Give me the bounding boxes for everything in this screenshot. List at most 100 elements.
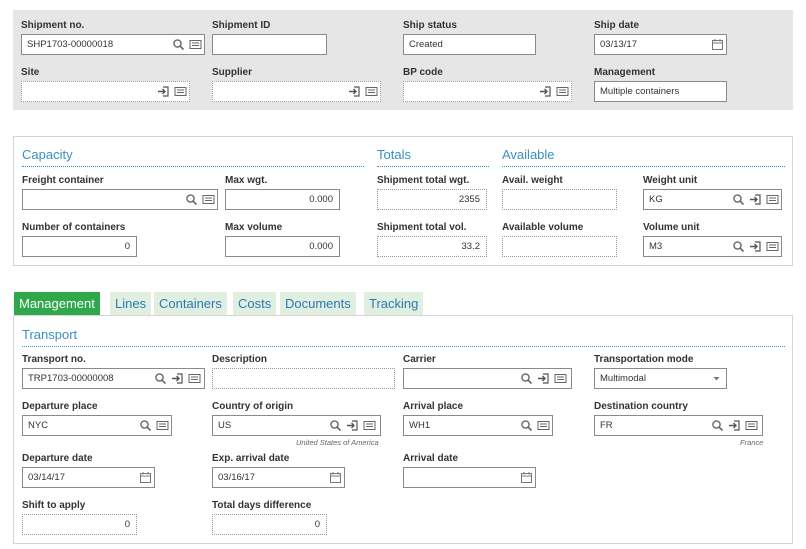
departure-place-field[interactable]: NYC [22, 415, 172, 436]
chevron-down-icon[interactable] [710, 372, 723, 385]
goto-icon[interactable] [157, 85, 170, 98]
shipment-id-label: Shipment ID [212, 20, 271, 31]
search-icon[interactable] [172, 38, 185, 51]
total-vol-field: 33.2 [377, 236, 487, 257]
goto-icon[interactable] [171, 372, 184, 385]
goto-icon[interactable] [348, 85, 361, 98]
calendar-icon[interactable] [329, 471, 342, 484]
country-origin-label: Country of origin [212, 401, 294, 412]
total-vol-label: Shipment total vol. [377, 222, 467, 233]
shipment-id-field[interactable] [212, 34, 327, 55]
details-icon[interactable] [745, 419, 758, 432]
details-icon[interactable] [537, 419, 550, 432]
weight-unit-field[interactable]: KG [643, 189, 782, 210]
details-icon[interactable] [365, 85, 378, 98]
details-icon[interactable] [202, 193, 215, 206]
max-wgt-field[interactable]: 0.000 [225, 189, 340, 210]
description-label: Description [212, 354, 268, 365]
volume-unit-field[interactable]: M3 [643, 236, 782, 257]
goto-icon[interactable] [749, 240, 762, 253]
tab-documents[interactable]: Documents [280, 292, 356, 315]
destination-country-label: Destination country [594, 401, 688, 412]
totals-divider [377, 166, 489, 167]
max-volume-field[interactable]: 0.000 [225, 236, 340, 257]
goto-icon[interactable] [749, 193, 762, 206]
arrival-date-field[interactable] [403, 467, 536, 488]
shift-field[interactable]: 0 [22, 514, 137, 535]
details-icon[interactable] [188, 372, 201, 385]
totals-title: Totals [377, 147, 411, 162]
site-field[interactable] [21, 81, 190, 102]
search-icon[interactable] [711, 419, 724, 432]
transport-divider [22, 346, 785, 347]
arrival-place-label: Arrival place [403, 401, 464, 412]
country-origin-name: United States of America [296, 438, 379, 447]
carrier-label: Carrier [403, 354, 436, 365]
num-containers-field[interactable]: 0 [22, 236, 137, 257]
shipment-no-field[interactable]: SHP1703-00000018 [21, 34, 205, 55]
details-icon[interactable] [554, 372, 567, 385]
carrier-field[interactable] [403, 368, 572, 389]
available-title: Available [502, 147, 555, 162]
search-icon[interactable] [154, 372, 167, 385]
available-divider [502, 166, 785, 167]
details-icon[interactable] [363, 419, 376, 432]
tab-tracking[interactable]: Tracking [364, 292, 424, 315]
management-field[interactable]: Multiple containers [594, 81, 727, 102]
search-icon[interactable] [732, 240, 745, 253]
search-icon[interactable] [732, 193, 745, 206]
details-icon[interactable] [766, 193, 779, 206]
exp-arrival-field[interactable]: 03/16/17 [212, 467, 345, 488]
details-icon[interactable] [766, 240, 779, 253]
goto-icon[interactable] [346, 419, 359, 432]
supplier-field[interactable] [212, 81, 381, 102]
tab-containers[interactable]: Containers [154, 292, 227, 315]
tab-costs[interactable]: Costs [233, 292, 277, 315]
departure-date-field[interactable]: 03/14/17 [22, 467, 155, 488]
site-label: Site [21, 67, 40, 78]
destination-country-field[interactable]: FR [594, 415, 763, 436]
details-icon[interactable] [174, 85, 187, 98]
search-icon[interactable] [185, 193, 198, 206]
transport-title: Transport [22, 327, 78, 342]
calendar-icon[interactable] [139, 471, 152, 484]
arrival-place-field[interactable]: WH1 [403, 415, 553, 436]
arrival-date-label: Arrival date [403, 453, 459, 464]
details-icon[interactable] [189, 38, 202, 51]
transportation-mode-select[interactable]: Multimodal [594, 368, 727, 389]
details-icon[interactable] [156, 419, 169, 432]
goto-icon[interactable] [728, 419, 741, 432]
shift-label: Shift to apply [22, 500, 86, 511]
management-label: Management [594, 67, 656, 78]
ship-status-label: Ship status [403, 20, 457, 31]
transport-no-label: Transport no. [22, 354, 86, 365]
max-volume-label: Max volume [225, 222, 283, 233]
search-icon[interactable] [520, 419, 533, 432]
exp-arrival-label: Exp. arrival date [212, 453, 290, 464]
country-origin-field[interactable]: US [212, 415, 381, 436]
transport-no-field[interactable]: TRP1703-00000008 [22, 368, 205, 389]
capacity-title: Capacity [22, 147, 73, 162]
max-wgt-label: Max wgt. [225, 175, 268, 186]
supplier-label: Supplier [212, 67, 253, 78]
calendar-icon[interactable] [711, 38, 724, 51]
bp-code-field[interactable] [403, 81, 572, 102]
bp-code-label: BP code [403, 67, 443, 78]
goto-icon[interactable] [539, 85, 552, 98]
ship-date-field[interactable]: 03/13/17 [594, 34, 727, 55]
freight-container-label: Freight container [22, 175, 104, 186]
tab-management[interactable]: Management [14, 292, 100, 315]
total-wgt-label: Shipment total wgt. [377, 175, 470, 186]
search-icon[interactable] [520, 372, 533, 385]
details-icon[interactable] [556, 85, 569, 98]
available-volume-field [502, 236, 617, 257]
description-field[interactable] [212, 368, 395, 389]
search-icon[interactable] [329, 419, 342, 432]
freight-container-field[interactable] [22, 189, 218, 210]
goto-icon[interactable] [537, 372, 550, 385]
calendar-icon[interactable] [520, 471, 533, 484]
ship-date-label: Ship date [594, 20, 640, 31]
tab-lines[interactable]: Lines [110, 292, 152, 315]
ship-status-field[interactable]: Created [403, 34, 536, 55]
search-icon[interactable] [139, 419, 152, 432]
